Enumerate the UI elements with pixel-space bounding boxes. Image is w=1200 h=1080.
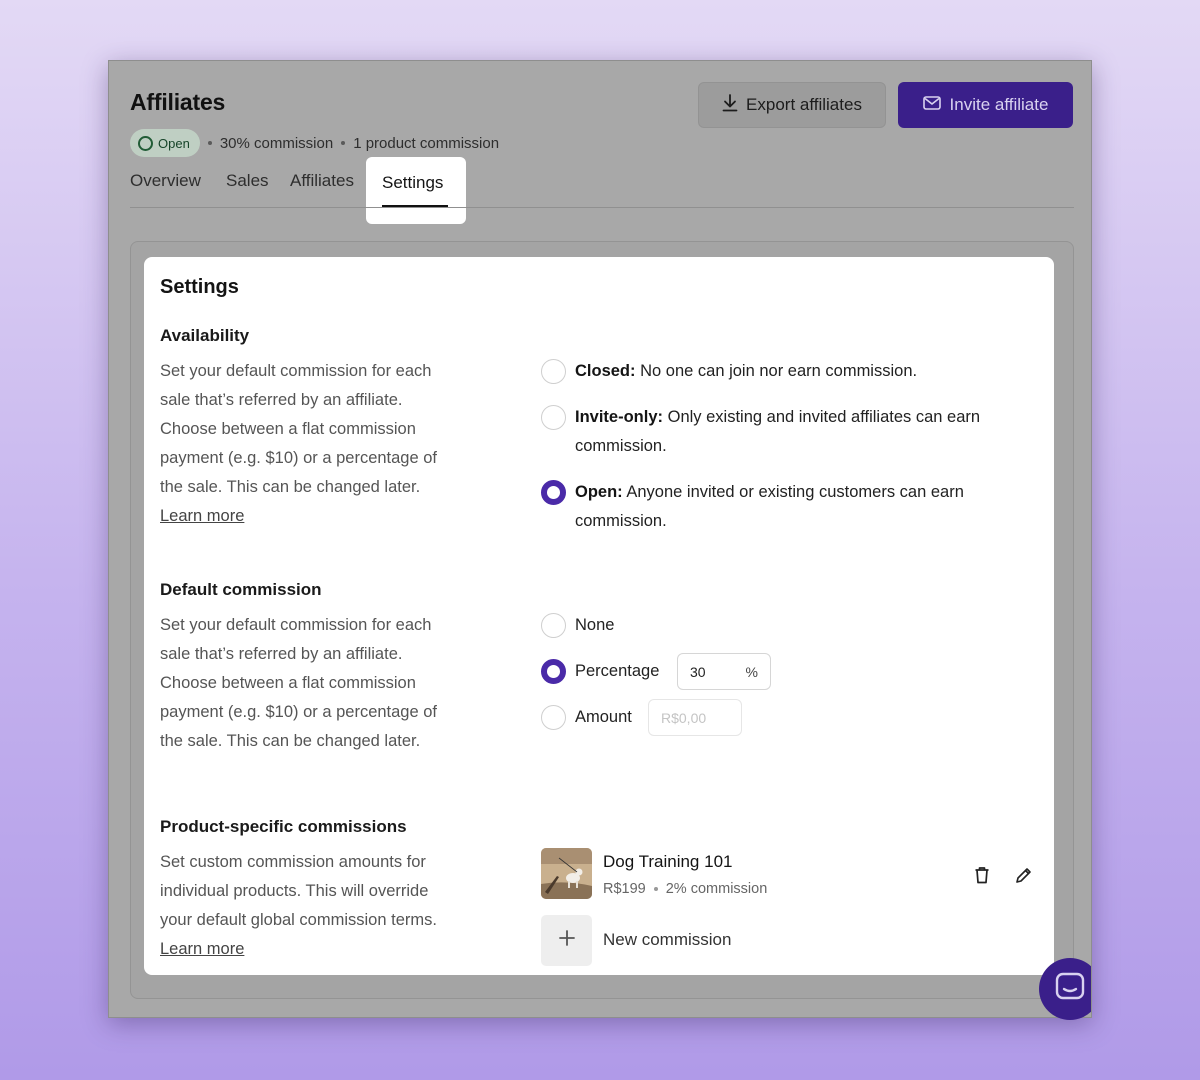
availability-open-radio[interactable]	[541, 480, 566, 505]
chat-icon	[1055, 972, 1085, 1007]
availability-closed-option: Closed: No one can join nor earn commiss…	[575, 357, 1015, 386]
default-commission-description: Set your default commission for each sal…	[160, 616, 438, 750]
trash-icon[interactable]	[970, 863, 994, 887]
availability-closed-radio[interactable]	[541, 359, 566, 384]
availability-description-text: Set your default commission for each sal…	[160, 362, 438, 496]
page-title: Affiliates	[130, 89, 226, 115]
status-badge: Open	[130, 129, 200, 157]
settings-card: Settings Availability Set your default c…	[144, 257, 1054, 975]
default-commission-title: Default commission	[160, 580, 322, 599]
plus-icon	[558, 929, 576, 952]
product-name: Dog Training 101	[603, 852, 733, 871]
availability-invite-only-radio[interactable]	[541, 405, 566, 430]
mail-icon	[922, 95, 941, 115]
availability-invite-only-option: Invite-only: Only existing and invited a…	[575, 403, 1015, 461]
percentage-suffix: %	[745, 664, 758, 680]
product-thumbnail	[541, 848, 592, 899]
option-text: Anyone invited or existing customers can…	[575, 483, 964, 530]
tab-affiliates[interactable]: Affiliates	[290, 171, 354, 191]
commission-none-radio[interactable]	[541, 613, 566, 638]
export-label: Export affiliates	[746, 95, 862, 114]
option-label: Invite-only:	[575, 408, 664, 426]
status-label: Open	[158, 135, 190, 151]
product-commission-summary: 1 product commission	[353, 134, 500, 152]
availability-title: Availability	[160, 326, 250, 345]
commission-percentage-label: Percentage	[575, 662, 660, 680]
program-meta: Open 30% commission 1 product commission	[130, 129, 499, 157]
new-commission-label[interactable]: New commission	[603, 930, 731, 950]
commission-none-label: None	[575, 616, 615, 634]
percentage-input[interactable]: 30 %	[677, 653, 771, 690]
product-price: R$199	[603, 881, 646, 897]
invite-label: Invite affiliate	[949, 95, 1049, 114]
export-affiliates-button[interactable]: Export affiliates	[698, 82, 886, 128]
chat-widget	[1030, 940, 1091, 1020]
download-icon	[722, 93, 738, 117]
commission-summary: 30% commission	[219, 134, 334, 152]
circle-icon	[138, 135, 153, 151]
separator-dot	[653, 887, 658, 891]
tabs-divider	[130, 207, 1074, 208]
percentage-value: 30	[690, 663, 706, 680]
option-label: Open:	[575, 483, 623, 501]
amount-placeholder: R$0,00	[661, 709, 707, 726]
availability-description: Set your default commission for each sal…	[160, 357, 450, 531]
product-commissions-learn-more-link[interactable]: Learn more	[160, 940, 244, 958]
option-label: Closed:	[575, 362, 636, 380]
product-meta: R$199 2% commission	[603, 881, 767, 897]
tab-overview[interactable]: Overview	[130, 171, 201, 191]
product-commission: 2% commission	[665, 881, 768, 897]
commission-amount-radio[interactable]	[541, 705, 566, 730]
option-text: No one can join nor earn commission.	[640, 362, 918, 380]
tab-settings-label: Settings	[382, 173, 444, 192]
product-commissions-title: Product-specific commissions	[160, 817, 407, 836]
tab-settings[interactable]: Settings	[366, 157, 466, 224]
separator-dot	[207, 141, 212, 145]
amount-input[interactable]: R$0,00	[648, 699, 742, 736]
separator-dot	[341, 141, 346, 145]
availability-open-option: Open: Anyone invited or existing custome…	[575, 478, 1015, 536]
product-commissions-description-text: Set custom commission amounts for indivi…	[160, 853, 437, 929]
commission-amount-label: Amount	[575, 708, 632, 726]
chat-button[interactable]	[1039, 958, 1091, 1020]
settings-title: Settings	[160, 276, 239, 298]
new-commission-button[interactable]	[541, 915, 592, 966]
product-commissions-description: Set custom commission amounts for indivi…	[160, 848, 450, 964]
availability-learn-more-link[interactable]: Learn more	[160, 507, 244, 525]
invite-affiliate-button[interactable]: Invite affiliate	[898, 82, 1073, 128]
pencil-icon[interactable]	[1011, 863, 1035, 887]
tab-sales[interactable]: Sales	[226, 171, 269, 191]
commission-percentage-radio[interactable]	[541, 659, 566, 684]
tab-bar: Overview Sales Affiliates Settings	[130, 157, 1074, 224]
